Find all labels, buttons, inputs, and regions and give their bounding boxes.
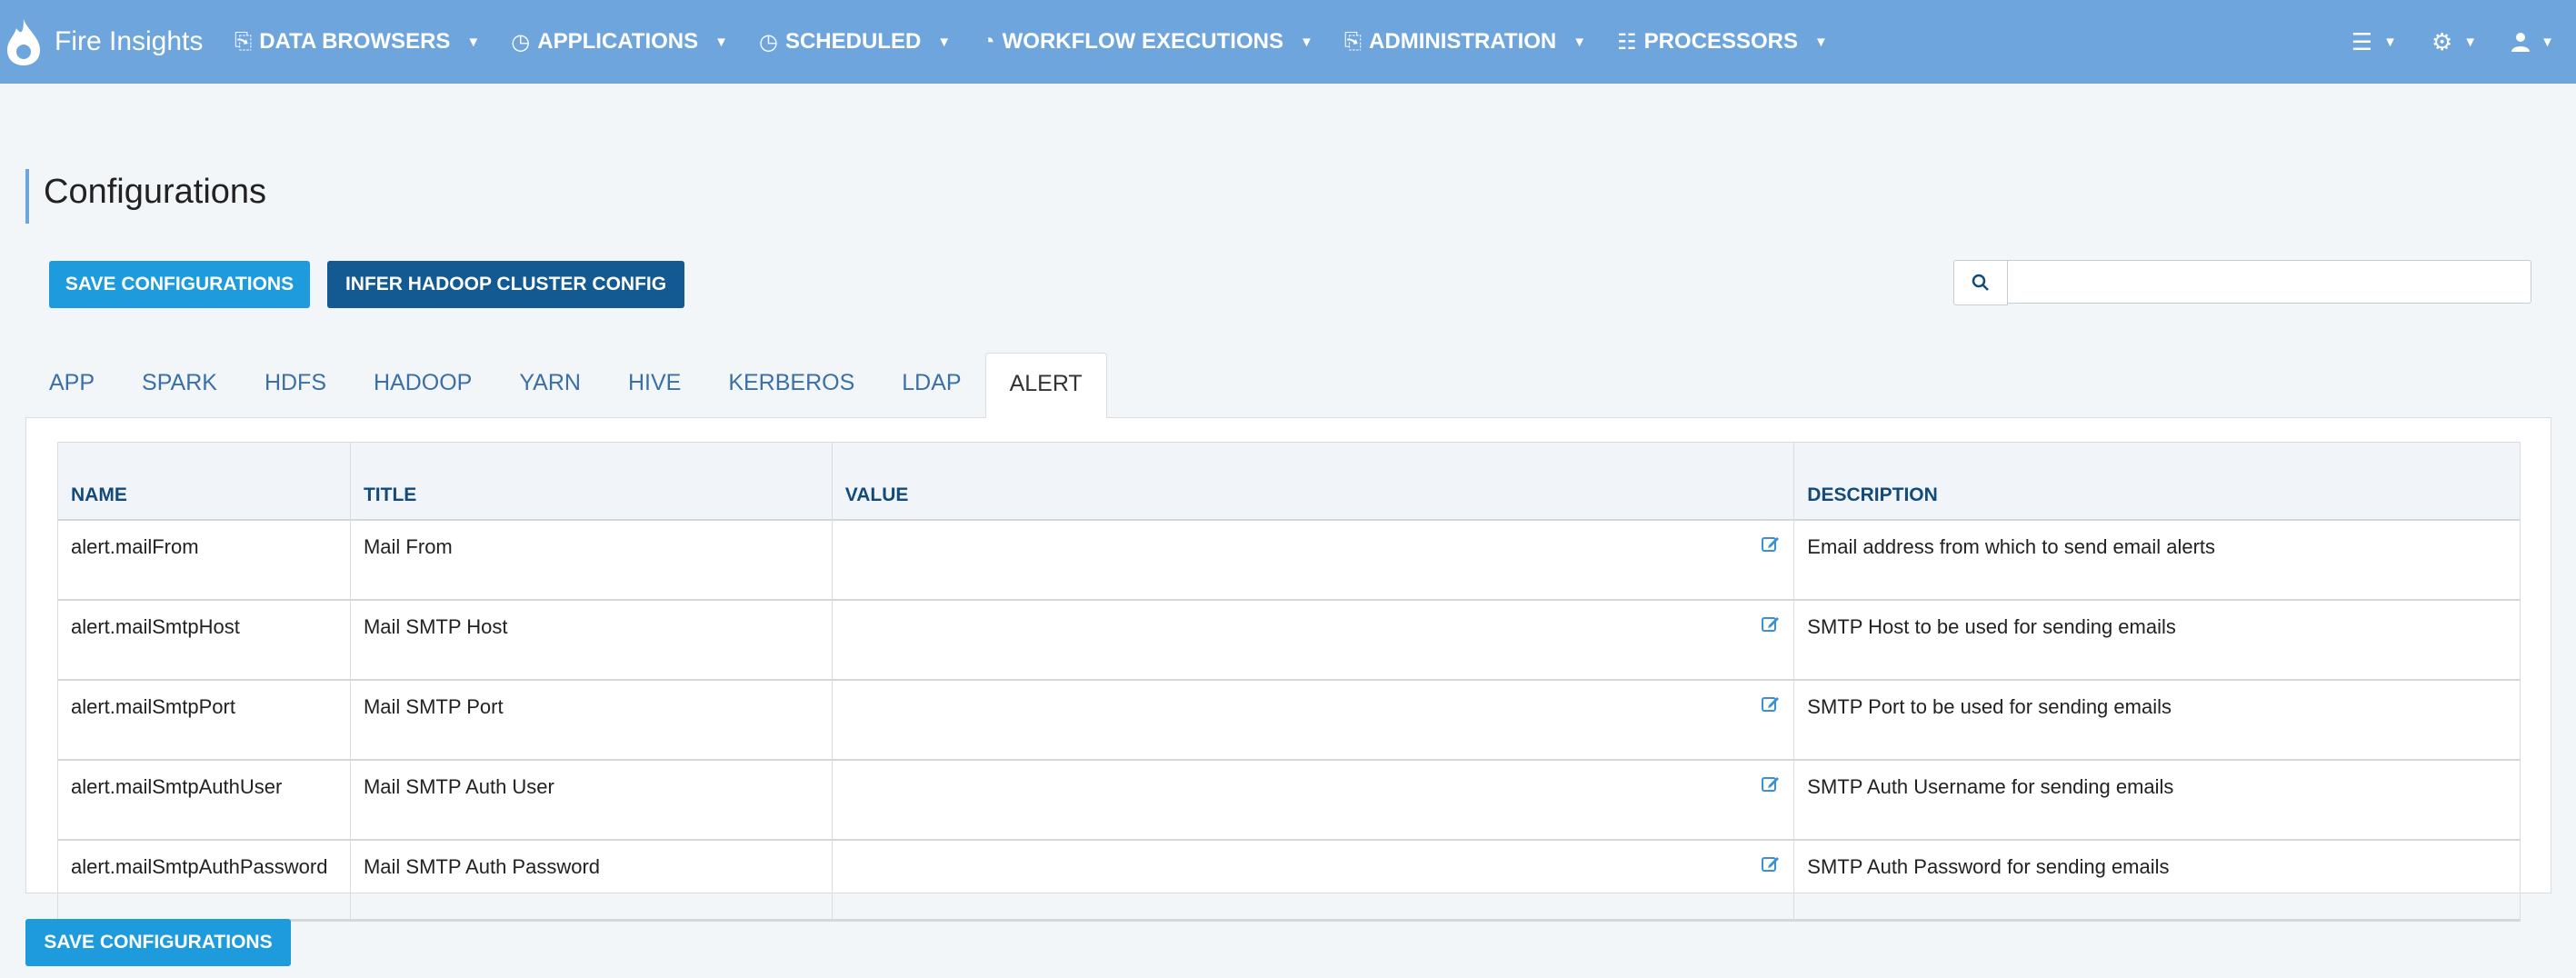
save-configurations-button[interactable]: SAVE CONFIGURATIONS <box>49 261 310 308</box>
cell-title: Mail SMTP Port <box>349 679 833 761</box>
cell-name: alert.mailSmtpAuthPassword <box>57 839 351 922</box>
grid-icon: ☷ <box>1617 29 1637 55</box>
tab-app[interactable]: APP <box>25 353 118 416</box>
table-header-row: NAME TITLE VALUE DESCRIPTION <box>57 442 2521 521</box>
tab-hdfs[interactable]: HDFS <box>241 353 350 416</box>
clock-icon: ◷ <box>759 29 778 55</box>
user-icon <box>2511 33 2531 52</box>
search-icon <box>1972 274 1989 291</box>
search-button[interactable] <box>1953 260 2008 305</box>
nav-applications[interactable]: ◷ APPLICATIONS ▼ <box>511 29 728 55</box>
nav-data-browsers[interactable]: ⎘ DATA BROWSERS ▼ <box>235 29 480 55</box>
config-tabs: APP SPARK HDFS HADOOP YARN HIVE KERBEROS… <box>25 353 1107 418</box>
nav-label: WORKFLOW EXECUTIONS <box>1002 29 1283 54</box>
column-header-name: NAME <box>57 442 351 521</box>
cell-value[interactable] <box>831 519 1795 601</box>
nav-scheduled[interactable]: ◷ SCHEDULED ▼ <box>759 29 951 55</box>
caret-down-icon: ▼ <box>1299 34 1313 50</box>
cell-description: SMTP Auth Username for sending emails <box>1793 759 2521 841</box>
cell-title: Mail SMTP Host <box>349 599 833 681</box>
config-table: NAME TITLE VALUE DESCRIPTION alert.mailF… <box>57 442 2521 922</box>
tab-spark[interactable]: SPARK <box>118 353 241 416</box>
cell-name: alert.mailSmtpPort <box>57 679 351 761</box>
cell-description: SMTP Port to be used for sending emails <box>1793 679 2521 761</box>
tab-panel-alert: NAME TITLE VALUE DESCRIPTION alert.mailF… <box>25 417 2551 922</box>
edit-icon[interactable] <box>1761 853 1781 873</box>
brand-name: Fire Insights <box>55 26 204 56</box>
cell-name: alert.mailFrom <box>57 519 351 601</box>
nav-label: APPLICATIONS <box>537 29 699 54</box>
column-header-value: VALUE <box>831 442 1795 521</box>
cell-value[interactable] <box>831 599 1795 681</box>
cell-title: Mail From <box>349 519 833 601</box>
caret-down-icon: ▼ <box>1573 34 1587 50</box>
nav-label: PROCESSORS <box>1643 29 1798 54</box>
table-row: alert.mailSmtpAuthUser Mail SMTP Auth Us… <box>57 759 2521 841</box>
settings-icon: ⚙ <box>2431 27 2453 55</box>
caret-down-icon: ▼ <box>2383 34 2397 50</box>
caret-down-icon: ▼ <box>466 34 481 50</box>
caret-down-icon: ▼ <box>937 34 952 50</box>
table-row: alert.mailSmtpPort Mail SMTP Port SMTP P… <box>57 679 2521 761</box>
nav-right-menu: ☰ ▼ ⚙ ▼ ▼ <box>2317 0 2554 84</box>
nav-administration[interactable]: ⎘ ADMINISTRATION ▼ <box>1344 29 1586 55</box>
page-title: Configurations <box>25 169 266 224</box>
search-input[interactable] <box>2008 260 2531 304</box>
cell-name: alert.mailSmtpHost <box>57 599 351 681</box>
tab-hadoop[interactable]: HADOOP <box>350 353 495 416</box>
nav-label: ADMINISTRATION <box>1369 29 1557 54</box>
edit-icon[interactable] <box>1761 773 1781 793</box>
nav-label: DATA BROWSERS <box>259 29 451 54</box>
tab-kerberos[interactable]: KERBEROS <box>704 353 878 416</box>
settings-menu[interactable]: ⚙ ▼ <box>2431 28 2477 56</box>
table-row: alert.mailSmtpAuthPassword Mail SMTP Aut… <box>57 839 2521 922</box>
cell-name: alert.mailSmtpAuthUser <box>57 759 351 841</box>
flame-icon <box>7 19 40 65</box>
caret-down-icon: ▼ <box>714 34 728 50</box>
nav-label: SCHEDULED <box>784 29 922 54</box>
tab-hive[interactable]: HIVE <box>604 353 704 416</box>
nav-workflow-executions[interactable]: ◔ WORKFLOW EXECUTIONS ▼ <box>982 29 1313 55</box>
tab-alert[interactable]: ALERT <box>984 353 1107 418</box>
list-menu[interactable]: ☰ ▼ <box>2351 28 2397 56</box>
column-header-description: DESCRIPTION <box>1793 442 2521 521</box>
save-configurations-button-bottom[interactable]: SAVE CONFIGURATIONS <box>25 919 291 966</box>
list-icon: ☰ <box>2351 27 2373 55</box>
edit-icon[interactable] <box>1761 614 1781 634</box>
copy-icon: ⎘ <box>1343 29 1363 54</box>
table-row: alert.mailFrom Mail From Email address f… <box>57 519 2521 601</box>
cell-description: SMTP Auth Password for sending emails <box>1793 839 2521 922</box>
cell-value[interactable] <box>831 679 1795 761</box>
brand-logo[interactable]: Fire Insights <box>0 0 203 84</box>
edit-icon[interactable] <box>1761 534 1781 554</box>
caret-down-icon: ▼ <box>2541 34 2554 50</box>
cell-value[interactable] <box>831 759 1795 841</box>
cell-description: SMTP Host to be used for sending emails <box>1793 599 2521 681</box>
user-menu[interactable]: ▼ <box>2511 32 2554 52</box>
main-nav: ⎘ DATA BROWSERS ▼ ◷ APPLICATIONS ▼ ◷ SCH… <box>235 0 1859 84</box>
cell-title: Mail SMTP Auth Password <box>349 839 833 922</box>
page: Fire Insights ⎘ DATA BROWSERS ▼ ◷ APPLIC… <box>0 0 2576 978</box>
caret-down-icon: ▼ <box>1814 34 1828 50</box>
tab-yarn[interactable]: YARN <box>495 353 604 416</box>
cell-title: Mail SMTP Auth User <box>349 759 833 841</box>
pie-chart-icon: ◔ <box>982 29 995 54</box>
top-navbar: Fire Insights ⎘ DATA BROWSERS ▼ ◷ APPLIC… <box>0 0 2576 84</box>
column-header-title: TITLE <box>349 442 833 521</box>
tab-ldap[interactable]: LDAP <box>878 353 984 416</box>
edit-icon[interactable] <box>1761 694 1781 714</box>
cell-value[interactable] <box>831 839 1795 922</box>
copy-icon: ⎘ <box>235 29 253 54</box>
clock-icon: ◷ <box>511 29 531 55</box>
nav-processors[interactable]: ☷ PROCESSORS ▼ <box>1617 29 1828 55</box>
search-box <box>1953 260 2531 305</box>
table-row: alert.mailSmtpHost Mail SMTP Host SMTP H… <box>57 599 2521 681</box>
cell-description: Email address from which to send email a… <box>1793 519 2521 601</box>
caret-down-icon: ▼ <box>2463 34 2478 50</box>
infer-hadoop-config-button[interactable]: INFER HADOOP CLUSTER CONFIG <box>327 261 684 308</box>
